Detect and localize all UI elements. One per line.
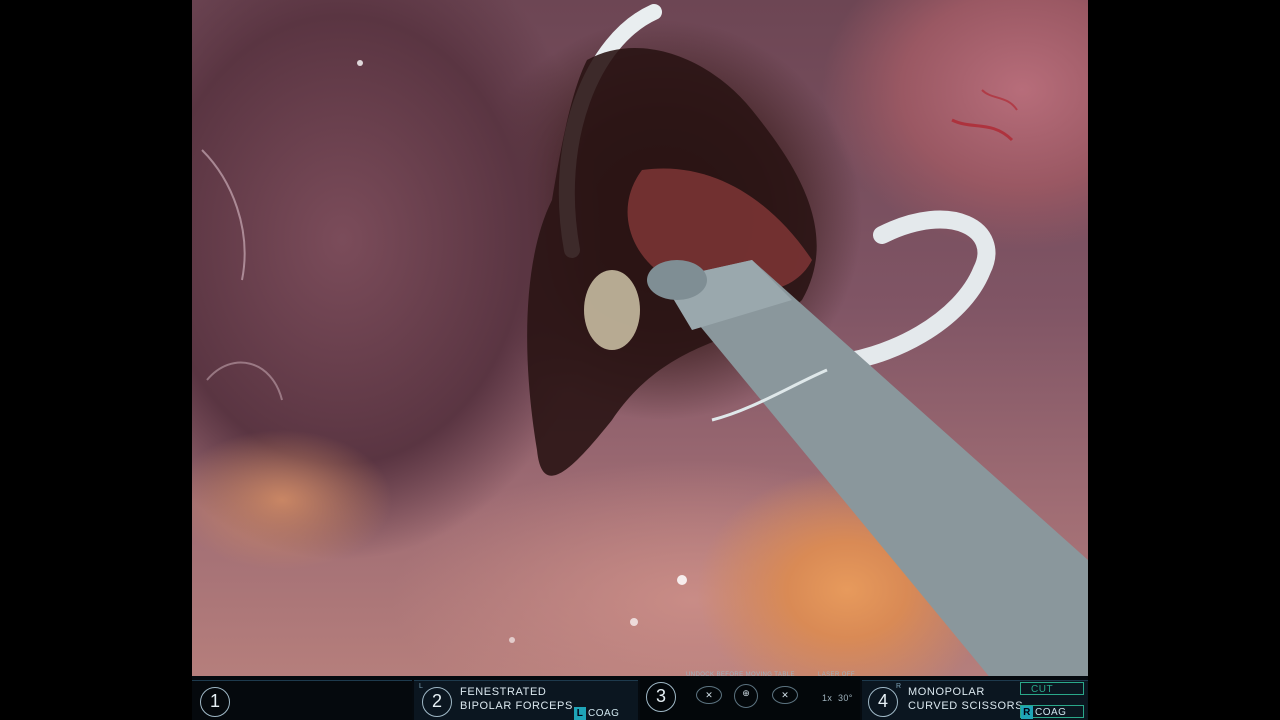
surgical-scene [201,4,1088,680]
arm-2-coag-tag: L COAG [574,707,622,720]
arm-4-panel[interactable]: R 4 MONOPOLAR CURVED SCISSORS CUT R COAG [862,680,1088,720]
camera-panel: UNDOCK BEFORE MOVING TABLE LASER OFF 3 ✕… [640,672,860,720]
arm-4-mode-label: COAG [1035,707,1067,718]
arm-2-panel[interactable]: L 2 FENESTRATED BIPOLAR FORCEPS L COAG [414,680,638,720]
arm-4-coag-tag: R COAG [1020,705,1084,719]
arm-1-number: 1 [200,687,230,717]
arm-2-instrument-line1: FENESTRATED [460,686,547,698]
left-hand-indicator-icon: ✕ [696,686,722,704]
retractor-ring-right [813,210,996,374]
arm-2-corner-letter: L [419,683,423,690]
arm-2-mode-letter: L [574,707,586,720]
arm-2-instrument-line2: BIPOLAR FORCEPS [460,700,573,712]
arm-4-number: 4 [868,687,898,717]
undock-notice: UNDOCK BEFORE MOVING TABLE [686,672,795,678]
arm-2-number: 2 [422,687,452,717]
arm-4-instrument-line1: MONOPOLAR [908,686,985,698]
surgical-hud: 1 L 2 FENESTRATED BIPOLAR FORCEPS L COAG… [192,672,1088,720]
scope-angle: 30° [838,693,853,703]
instrument-shaft [662,260,1088,680]
arm-4-corner-letter: R [896,683,902,690]
laser-status: LASER OFF [818,672,855,678]
camera-control-icon: ⊕ [734,684,758,708]
right-hand-indicator-icon: ✕ [772,686,798,704]
arm-2-mode-label: COAG [588,708,620,719]
arm-3-number: 3 [646,682,676,712]
endoscope-video-feed [192,0,1088,680]
arm-4-cut-tag: CUT [1020,682,1084,695]
zoom-level: 1x [822,693,833,703]
arm-4-instrument-line2: CURVED SCISSORS [908,700,1024,712]
arm-4-mode-letter: R [1021,706,1033,719]
arm-1-panel[interactable]: 1 [192,680,412,720]
tissue-highlight [584,270,640,350]
